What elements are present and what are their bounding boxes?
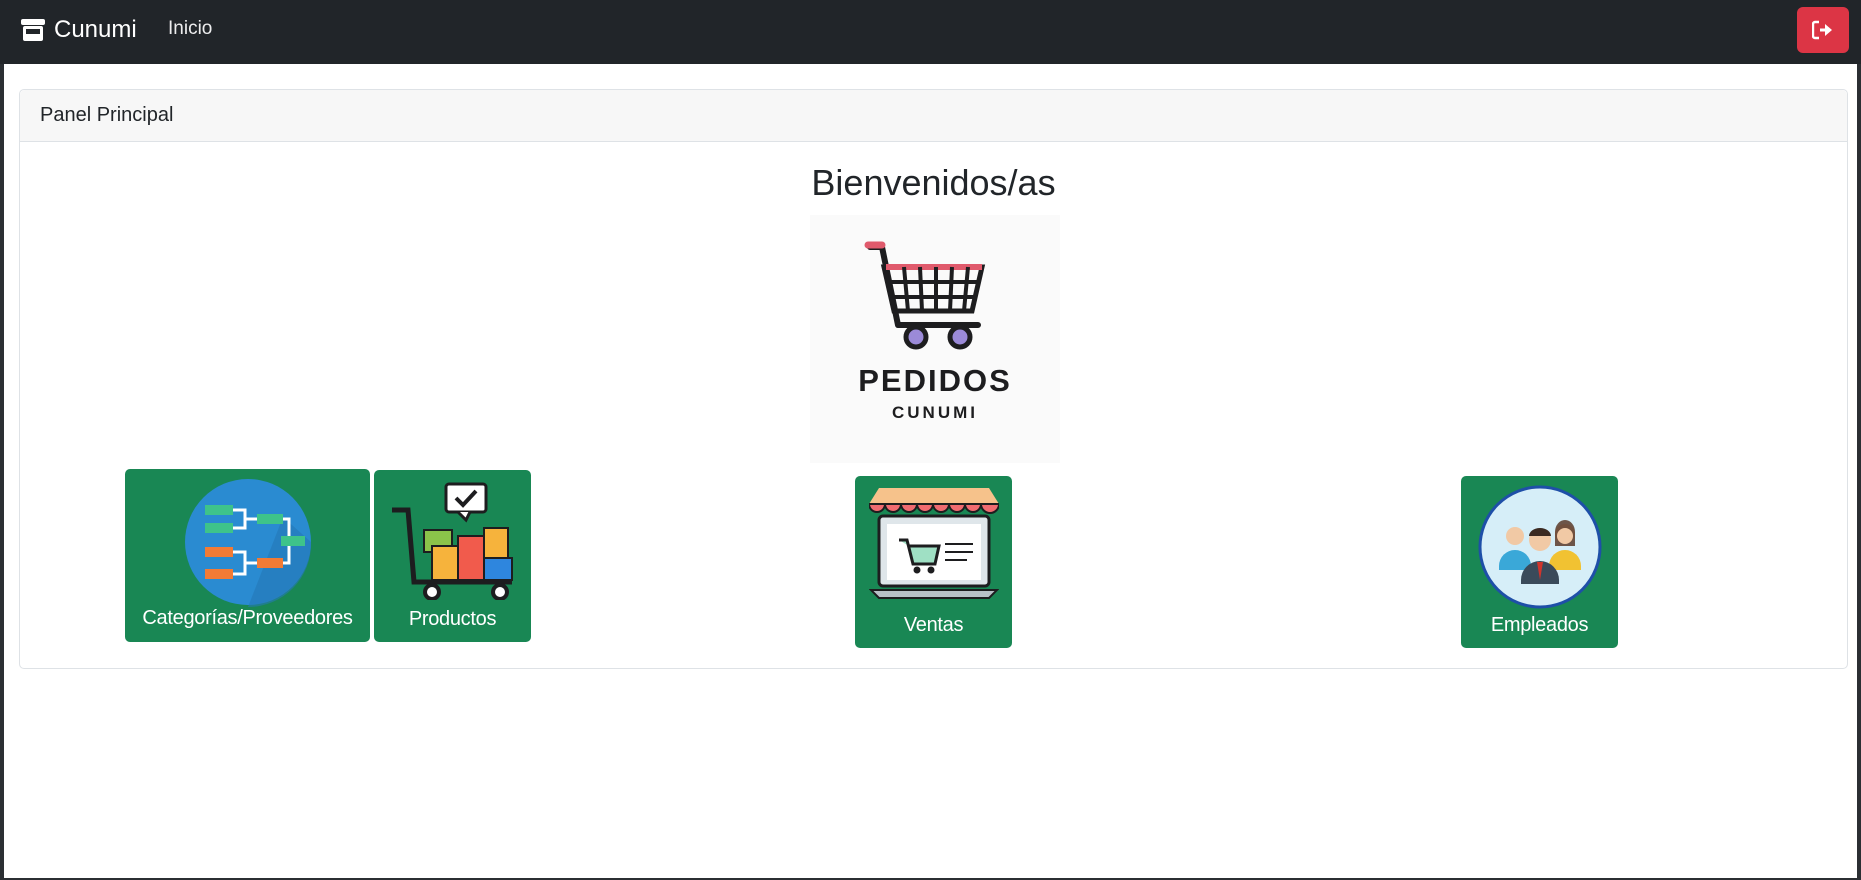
pedidos-logo: PEDIDOS CUNUMI <box>810 215 1060 463</box>
tile-categorias-proveedores[interactable]: Categorías/Proveedores <box>125 469 370 642</box>
tile-label: Productos <box>408 608 497 630</box>
tile-label: Categorías/Proveedores <box>142 607 353 629</box>
logout-button[interactable] <box>1797 7 1849 53</box>
logo-subtitle: CUNUMI <box>892 403 978 422</box>
online-store-icon <box>869 488 999 599</box>
panel-header: Panel Principal <box>20 90 1847 142</box>
logo-title: PEDIDOS <box>858 363 1012 398</box>
main-panel: Panel Principal Bienvenidos/as PEDIDOS C… <box>19 89 1848 669</box>
tile-productos[interactable]: Productos <box>374 470 531 642</box>
tile-empleados[interactable]: Empleados <box>1461 476 1618 648</box>
brand-name: Cunumi <box>54 16 137 43</box>
navbar: Cunumi Inicio <box>0 0 1861 64</box>
nav-link-inicio[interactable]: Inicio <box>168 18 212 40</box>
sign-out-icon <box>1812 20 1832 40</box>
hierarchy-icon <box>185 479 312 607</box>
welcome-title: Bienvenidos/as <box>811 162 1056 203</box>
tile-ventas[interactable]: Ventas <box>855 476 1012 648</box>
shopping-cart-icon <box>864 241 986 350</box>
tile-label: Ventas <box>903 614 964 636</box>
store-icon <box>21 19 45 41</box>
product-cart-icon <box>392 482 513 600</box>
employees-icon <box>1478 485 1602 609</box>
tile-label: Empleados <box>1490 614 1589 636</box>
brand-link[interactable]: Cunumi <box>20 12 137 48</box>
